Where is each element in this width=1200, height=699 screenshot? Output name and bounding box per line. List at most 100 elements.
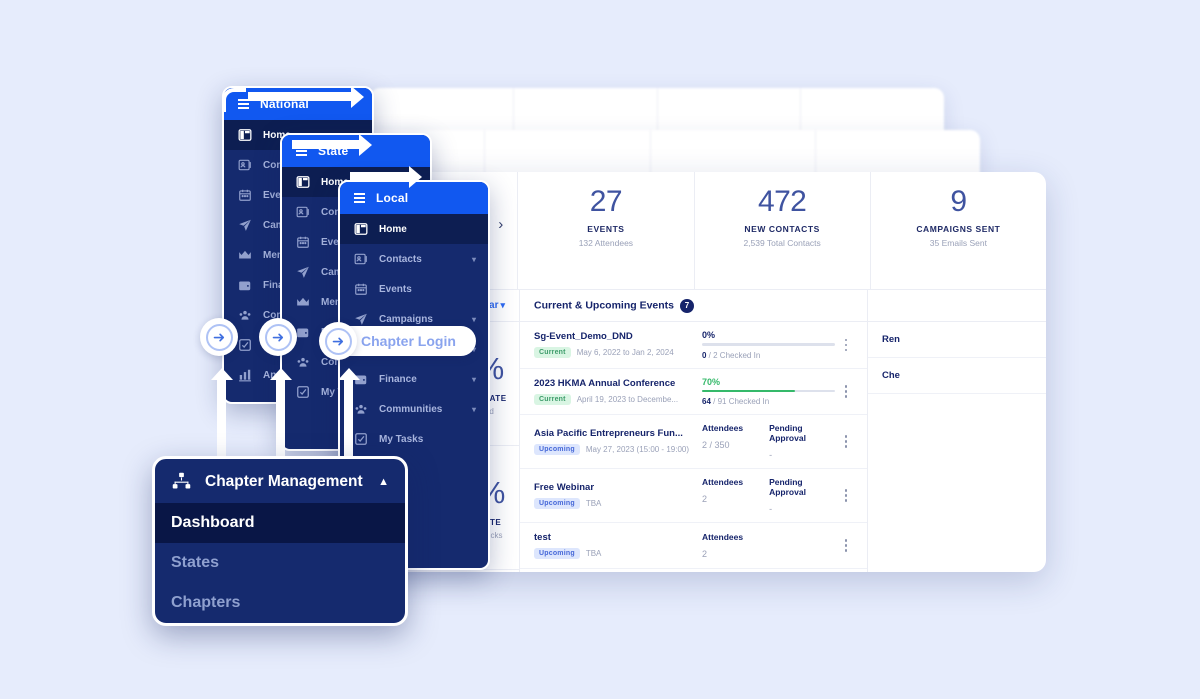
home-icon <box>238 128 252 142</box>
chapter-management-items: Dashboard States Chapters <box>155 503 405 623</box>
sidebar-item-events[interactable]: Events <box>340 274 488 304</box>
chevron-down-icon[interactable]: ▾ <box>472 315 476 324</box>
event-date: April 19, 2023 to Decembe... <box>576 394 679 404</box>
event-row-menu-icon[interactable] <box>835 537 857 555</box>
event-meta: Upcoming TBA <box>534 548 702 559</box>
sidebar-item-home[interactable]: Home <box>340 214 488 244</box>
login-arrow-icon <box>324 327 352 355</box>
event-checkin-count: 0 / 2 Checked In <box>702 350 761 360</box>
event-progress-percent: 70% <box>702 376 721 387</box>
event-row-menu-icon[interactable] <box>835 487 857 505</box>
contacts-icon <box>296 205 310 219</box>
event-pending-col: Pending Approval - <box>769 477 806 514</box>
event-row[interactable]: test Upcoming TBA Attendees 2 <box>520 523 867 569</box>
event-row-menu-icon[interactable] <box>835 336 857 354</box>
event-metrics: Attendees 2 Pending Approval - <box>702 477 835 514</box>
event-metrics: 70% 64 / 91 Checked In <box>702 376 835 406</box>
chapter-management-dropdown: Chapter Management ▲ Dashboard States Chap… <box>152 456 408 626</box>
event-checkin-count: 64 / 91 Checked In <box>702 397 770 406</box>
wallet-icon <box>238 278 252 292</box>
event-row[interactable]: Asia Pacific Entrepreneurs Fun... Upcomin… <box>520 415 867 469</box>
event-meta: Current April 19, 2023 to Decembe... <box>534 393 702 405</box>
event-columns: Attendees 2 <box>702 532 835 559</box>
event-row[interactable]: Free Webinar Upcoming TBA Attendees 2 Pending… <box>520 469 867 523</box>
event-progress-percent: 0% <box>702 330 716 340</box>
chapter-management-item-states[interactable]: States <box>155 543 405 583</box>
chapter-login-circle-local[interactable] <box>319 322 357 360</box>
chevron-down-icon[interactable]: ▾ <box>472 405 476 414</box>
event-row[interactable]: 2023 HKMA Annual Conference Current April … <box>520 369 867 415</box>
crown-icon <box>238 248 252 262</box>
event-date: TBA <box>585 549 602 558</box>
see-all-events-link[interactable]: See all current & upcoming events › <box>520 569 867 572</box>
stat-card: 27 EVENTS 132 Attendees <box>518 172 695 289</box>
flow-arrow-right-3 <box>350 165 422 188</box>
event-metrics: 0% 0 / 2 Checked In <box>702 330 835 360</box>
event-status-badge: Upcoming <box>534 498 580 509</box>
contacts-icon <box>238 158 252 172</box>
sidebar-item-label: Communities <box>379 403 443 415</box>
event-meta: Current May 6, 2022 to Jan 2, 2024 <box>534 347 702 359</box>
chapter-login-circle-state[interactable] <box>259 318 297 356</box>
event-status-badge: Current <box>534 347 571 359</box>
stat-value: 27 <box>589 185 623 218</box>
event-status-badge: Upcoming <box>534 548 580 559</box>
flow-arrow-up-3 <box>337 368 360 461</box>
event-row-menu-icon[interactable] <box>835 433 857 451</box>
event-pending-col: Pending Approval - <box>769 423 806 460</box>
event-row[interactable]: Sg-Event_Demo_DND Current May 6, 2022 to J… <box>520 322 867 369</box>
events-list: Sg-Event_Demo_DND Current May 6, 2022 to J… <box>520 322 867 569</box>
sidebar-title: Local <box>376 191 409 205</box>
flow-hook-1 <box>222 88 246 112</box>
chevron-down-icon[interactable]: ▾ <box>472 375 476 384</box>
events-count-badge: 7 <box>680 298 695 313</box>
stat-label: NEW CONTACTS <box>744 223 820 234</box>
event-status-badge: Current <box>534 393 571 405</box>
hierarchy-icon <box>172 472 191 489</box>
event-date: May 6, 2022 to Jan 2, 2024 <box>576 348 674 358</box>
stat-value: 9 <box>950 185 967 218</box>
sidebar-item-contacts[interactable]: Contacts ▾ <box>340 244 488 274</box>
sidebar-item-label: Events <box>379 283 412 295</box>
communities-icon <box>296 355 310 369</box>
tasks-icon <box>354 432 368 446</box>
event-metrics: Attendees 2 <box>702 532 835 559</box>
chapter-login-circle-national[interactable] <box>200 318 238 356</box>
event-status-badge: Upcoming <box>534 444 580 455</box>
event-date: TBA <box>585 499 602 508</box>
chapter-management-item-dashboard[interactable]: Dashboard <box>155 503 405 543</box>
sidebar-item-my-tasks[interactable]: My Tasks <box>340 424 488 454</box>
chapter-management-header[interactable]: Chapter Management ▲ <box>155 459 405 503</box>
sidebar-item-label: Home <box>379 223 407 235</box>
event-progress-bar <box>702 389 835 392</box>
chevron-up-icon: ▲ <box>378 475 389 488</box>
wallet-icon <box>296 325 310 339</box>
stat-card: 9 CAMPAIGNS SENT 35 Emails Sent <box>871 172 1046 289</box>
event-info: Sg-Event_Demo_DND Current May 6, 2022 to J… <box>534 331 702 359</box>
hamburger-icon[interactable] <box>354 192 365 204</box>
communities-icon <box>354 402 368 416</box>
sidebar-item-communities[interactable]: Communities ▾ <box>340 394 488 424</box>
analytics-icon <box>238 368 252 382</box>
chapter-management-item-chapters[interactable]: Chapters <box>155 583 405 623</box>
event-date: May 27, 2023 (15:00 - 19:00) <box>585 445 690 454</box>
event-columns: Attendees 2 Pending Approval - <box>702 477 835 514</box>
event-attendees-col: Attendees 2 <box>702 477 744 504</box>
chevron-down-icon[interactable]: ▾ <box>472 255 476 264</box>
stat-sublabel: 35 Emails Sent <box>929 237 987 248</box>
event-row-menu-icon[interactable] <box>835 383 857 401</box>
event-attendees-col: Attendees 2 <box>702 532 744 559</box>
login-arrow-icon <box>205 323 233 351</box>
events-header: Current & Upcoming Events 7 <box>520 290 867 322</box>
calendar-icon <box>296 235 310 249</box>
event-name: 2023 HKMA Annual Conference <box>534 377 676 389</box>
sidebar-item-label: Finance <box>379 373 417 385</box>
stat-label: EVENTS <box>587 223 625 234</box>
chapter-login-label: Chapter Login <box>361 333 456 349</box>
stat-next-chevron-icon[interactable]: › <box>498 216 503 233</box>
calendar-icon <box>354 282 368 296</box>
event-info: Free Webinar Upcoming TBA <box>534 482 702 509</box>
cut-panel-header <box>868 290 1046 322</box>
event-attendees-col: Attendees 2 / 350 <box>702 423 744 450</box>
sidebar-item-finance[interactable]: Finance ▾ <box>340 364 488 394</box>
